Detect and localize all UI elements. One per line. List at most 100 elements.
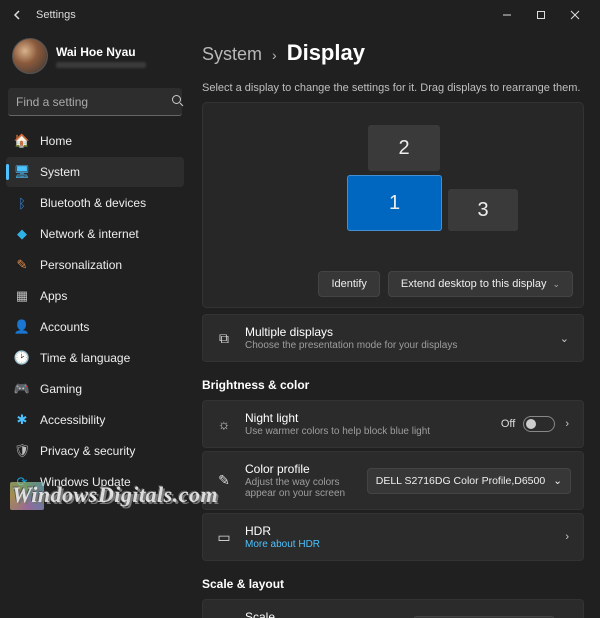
minimize-button[interactable] [490,0,524,30]
system-icon: 🖥 [14,164,30,180]
chevron-down-icon: ⌄ [552,279,560,290]
profile-email-redacted [56,62,146,68]
expand-chevron-icon[interactable]: ⌄ [558,332,571,345]
chevron-right-icon: › [272,47,277,63]
breadcrumb: System › Display [202,40,584,66]
sidebar-item-label: Personalization [40,258,122,272]
section-scale-title: Scale & layout [202,577,584,591]
sidebar-item-label: Accessibility [40,413,105,427]
sidebar-item-label: Bluetooth & devices [40,196,146,210]
identify-label: Identify [331,278,366,290]
night-light-card[interactable]: ☼ Night light Use warmer colors to help … [202,400,584,448]
section-brightness-title: Brightness & color [202,378,584,392]
identify-button[interactable]: Identify [318,271,379,297]
back-arrow-icon [12,9,24,21]
sidebar-item-label: Time & language [40,351,130,365]
sidebar-item-label: System [40,165,80,179]
chevron-right-icon[interactable]: › [563,531,571,543]
sidebar-item-windows-update[interactable]: ⟳ Windows Update [6,467,184,497]
sidebar-item-accessibility[interactable]: ✱ Accessibility [6,405,184,435]
card-sub: Choose the presentation mode for your di… [245,340,546,351]
toggle-state-label: Off [501,418,515,430]
night-light-icon: ☼ [215,415,233,433]
card-sub: Adjust the way colors appear on your scr… [245,477,355,499]
card-title: Night light [245,411,489,425]
network-internet-icon: ◆ [14,226,30,242]
sidebar-item-gaming[interactable]: 🎮 Gaming [6,374,184,404]
chevron-down-icon: ⌄ [553,475,562,487]
accounts-icon: 👤 [14,319,30,335]
sidebar-item-system[interactable]: 🖥 System [6,157,184,187]
card-title: Color profile [245,462,355,476]
card-sub: Use warmer colors to help block blue lig… [245,426,489,437]
sidebar-item-time-language[interactable]: 🕑 Time & language [6,343,184,373]
monitor-1[interactable]: 1 [347,175,442,231]
minimize-icon [502,10,512,20]
sidebar-item-bluetooth-devices[interactable]: ᛒ Bluetooth & devices [6,188,184,218]
card-title: Multiple displays [245,325,546,339]
sidebar-item-label: Home [40,134,72,148]
arrange-canvas[interactable]: 2 1 3 [213,113,573,271]
display-arrange-panel: 2 1 3 Identify Extend desktop to this di… [202,102,584,308]
hdr-icon: ▭ [215,528,233,546]
hdr-link[interactable]: More about HDR [245,539,551,550]
sidebar-item-network-internet[interactable]: ◆ Network & internet [6,219,184,249]
gaming-icon: 🎮 [14,381,30,397]
extend-label: Extend desktop to this display [401,278,547,290]
profile-block[interactable]: Wai Hoe Nyau [6,30,184,84]
card-title: Scale [245,610,401,618]
maximize-icon [536,10,546,20]
back-button[interactable] [8,5,28,25]
sidebar-item-apps[interactable]: ▦ Apps [6,281,184,311]
privacy-security-icon: 🛡 [14,443,30,459]
sidebar: Wai Hoe Nyau 🏠 Home 🖥 System ᛒ Bluetooth & de… [0,30,190,618]
breadcrumb-parent[interactable]: System [202,44,262,65]
close-button[interactable] [558,0,592,30]
app-title: Settings [36,9,76,21]
extend-dropdown[interactable]: Extend desktop to this display ⌄ [388,271,573,297]
sidebar-item-personalization[interactable]: ✎ Personalization [6,250,184,280]
multiple-displays-icon: ⧉ [215,329,233,347]
time-language-icon: 🕑 [14,350,30,366]
sidebar-item-label: Apps [40,289,67,303]
nav-list: 🏠 Home 🖥 System ᛒ Bluetooth & devices ◆ Network… [6,126,184,497]
card-title: HDR [245,524,551,538]
monitor-3[interactable]: 3 [448,189,518,231]
page-title: Display [287,40,365,66]
apps-icon: ▦ [14,288,30,304]
color-profile-icon: ✎ [215,472,233,490]
scale-card[interactable]: ⤢ Scale Change the size of text, apps, a… [202,599,584,618]
sidebar-item-label: Accounts [40,320,89,334]
monitor-2[interactable]: 2 [368,125,440,171]
combo-value: DELL S2716DG Color Profile,D6500 [376,475,545,487]
toggle-track[interactable] [523,416,555,432]
color-profile-dropdown[interactable]: DELL S2716DG Color Profile,D6500 ⌄ [367,468,571,494]
chevron-right-icon[interactable]: › [563,418,571,430]
windows-update-icon: ⟳ [14,474,30,490]
avatar [12,38,48,74]
sidebar-item-label: Gaming [40,382,82,396]
sidebar-item-label: Network & internet [40,227,139,241]
bluetooth-devices-icon: ᛒ [14,195,30,211]
sidebar-item-label: Privacy & security [40,444,135,458]
search-box[interactable] [8,88,182,116]
sidebar-item-accounts[interactable]: 👤 Accounts [6,312,184,342]
hdr-card[interactable]: ▭ HDR More about HDR › [202,513,584,561]
home-icon: 🏠 [14,133,30,149]
personalization-icon: ✎ [14,257,30,273]
sidebar-item-home[interactable]: 🏠 Home [6,126,184,156]
sidebar-item-privacy-security[interactable]: 🛡 Privacy & security [6,436,184,466]
night-light-toggle[interactable]: Off [501,416,555,432]
arrange-helper-text: Select a display to change the settings … [202,82,584,94]
main-content: System › Display Select a display to cha… [190,30,600,618]
color-profile-card[interactable]: ✎ Color profile Adjust the way colors ap… [202,451,584,510]
search-icon [171,94,184,110]
multiple-displays-card[interactable]: ⧉ Multiple displays Choose the presentat… [202,314,584,362]
close-icon [570,10,580,20]
search-input[interactable] [16,95,171,109]
accessibility-icon: ✱ [14,412,30,428]
title-bar: Settings [0,0,600,30]
sidebar-item-label: Windows Update [40,475,131,489]
maximize-button[interactable] [524,0,558,30]
profile-name: Wai Hoe Nyau [56,45,146,59]
